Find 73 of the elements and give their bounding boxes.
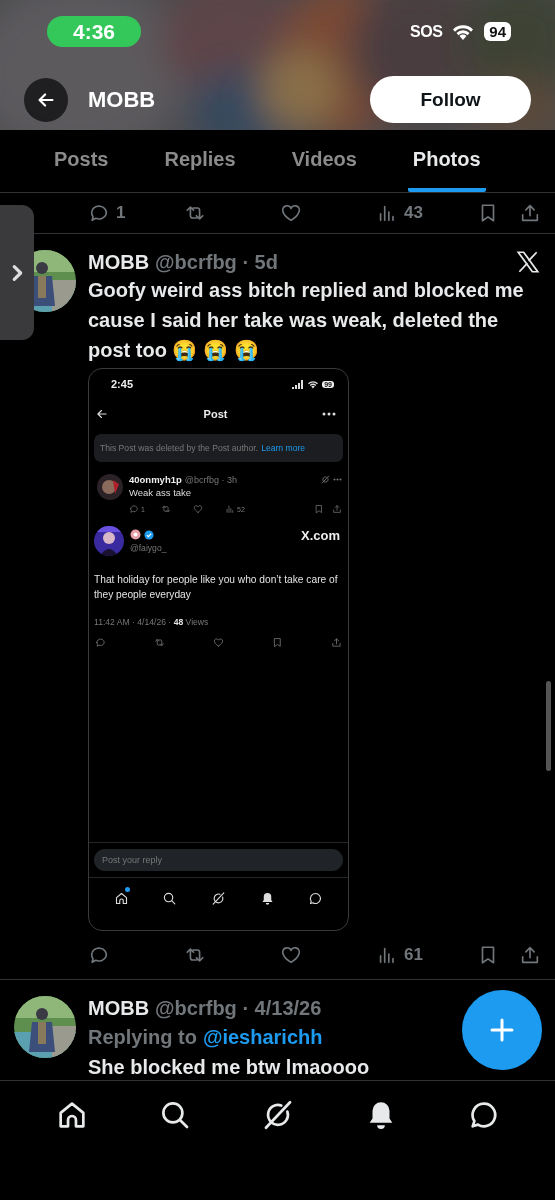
- handle-and-time: @bcrfbg · 3h: [184, 474, 237, 485]
- share-action[interactable]: [519, 202, 541, 224]
- speech-bubble-icon: [88, 944, 110, 966]
- heart-icon: [280, 944, 302, 966]
- more-icon[interactable]: [322, 412, 336, 416]
- share-action[interactable]: [332, 504, 342, 514]
- author-name: 40onmyh1p: [129, 474, 182, 485]
- wifi-icon: [307, 379, 320, 389]
- heart-icon: [213, 637, 224, 648]
- bookmark-action[interactable]: [314, 504, 324, 514]
- views-action[interactable]: 61: [376, 944, 477, 966]
- search-icon: [162, 890, 178, 906]
- nav-grok-button[interactable]: [211, 890, 226, 906]
- tab[interactable]: Photos: [407, 130, 486, 192]
- reply-text: Weak ass take: [129, 487, 193, 498]
- share-action[interactable]: [331, 637, 342, 648]
- learn-more-link[interactable]: Learn more: [261, 443, 306, 453]
- bookmark-action[interactable]: [272, 637, 283, 648]
- like-action[interactable]: [213, 637, 224, 648]
- author-name: MOBB: [88, 996, 150, 1020]
- wifi-icon: [451, 22, 476, 41]
- back-arrow-icon[interactable]: [95, 407, 109, 421]
- replying-to-label: Replying to: [88, 1026, 197, 1049]
- post-text: She blocked me btw lmaoooo: [88, 1056, 370, 1078]
- home-icon: [113, 890, 129, 906]
- heart-icon: [193, 504, 203, 514]
- bookmark-icon: [272, 637, 283, 648]
- handle-and-time: @bcrfbg · 4/13/26: [155, 996, 322, 1020]
- share-icon: [332, 504, 342, 514]
- share-action[interactable]: [519, 944, 541, 966]
- post-text: Goofy weird ass bitch replied and blocked me cause I said her take was weak, deleted the post too 😭 😭 😭: [88, 279, 524, 361]
- status-time: 4:36: [47, 16, 141, 47]
- speech-bubble-icon: [95, 637, 106, 648]
- battery-level: 94: [484, 22, 511, 41]
- bar-chart-icon: [225, 504, 235, 514]
- tab[interactable]: Posts: [49, 130, 114, 192]
- signal-icon: [292, 379, 305, 389]
- tab[interactable]: Replies: [159, 130, 241, 192]
- speech-bubble-icon: [88, 202, 110, 224]
- views-action[interactable]: 43: [376, 202, 477, 224]
- notice-text: This Post was deleted by the Post author.: [100, 443, 259, 453]
- repost-icon: [161, 504, 171, 514]
- profile-name: MOBB: [88, 86, 157, 113]
- share-icon: [331, 637, 342, 648]
- nav-home-button[interactable]: [113, 890, 129, 906]
- author-name: MOBB: [88, 250, 150, 274]
- share-icon: [519, 944, 541, 966]
- mention-link[interactable]: @iesharichh: [202, 1026, 323, 1049]
- chat-bubble-icon: [308, 890, 324, 906]
- reply-field[interactable]: Post your reply: [94, 849, 343, 871]
- post-timestamp: 11:42 AM · 4/14/26 · 48 Views: [93, 616, 210, 627]
- repost-action[interactable]: [154, 637, 165, 648]
- repost-icon: [154, 637, 165, 648]
- status-time: 2:45: [111, 378, 134, 390]
- follow-button[interactable]: Follow: [370, 76, 531, 123]
- screen-title: Post: [203, 408, 228, 420]
- carrier-text: SOS: [410, 22, 443, 41]
- author-handle: @faiygo_: [130, 543, 168, 553]
- x-logo-icon: [515, 249, 541, 275]
- tab[interactable]: Videos: [286, 130, 362, 192]
- reply-action[interactable]: 1: [88, 202, 184, 224]
- side-panel-handle[interactable]: [0, 205, 34, 340]
- post-text: That holiday for people like you who don’t take care of they people everyday: [93, 573, 339, 602]
- heart-icon: [280, 202, 302, 224]
- handle-and-time: @bcrfbg · 5d: [155, 250, 278, 274]
- flower-icon: [130, 529, 141, 540]
- nav-search-button[interactable]: [162, 890, 178, 906]
- bookmark-icon: [314, 504, 324, 514]
- nav-chat-button[interactable]: [308, 890, 324, 906]
- reply-action[interactable]: [95, 637, 106, 648]
- speech-bubble-icon: [129, 504, 139, 514]
- source-label: X.com: [301, 527, 340, 543]
- share-icon: [519, 202, 541, 224]
